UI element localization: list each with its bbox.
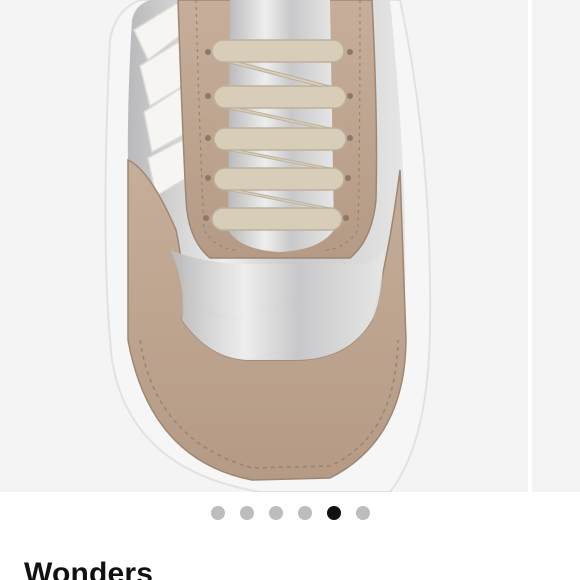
carousel-dot-2[interactable] xyxy=(239,506,254,520)
product-page: Wonders xyxy=(0,0,580,580)
carousel-dot-1[interactable] xyxy=(210,506,225,520)
carousel-dot-3[interactable] xyxy=(268,506,283,520)
carousel-slide-current[interactable] xyxy=(0,0,528,492)
image-carousel[interactable] xyxy=(0,0,580,492)
sneaker-image xyxy=(104,0,432,492)
carousel-dot-4[interactable] xyxy=(297,506,312,520)
carousel-pagination xyxy=(0,505,580,521)
carousel-slide-next-peek[interactable] xyxy=(532,0,580,492)
product-brand[interactable]: Wonders xyxy=(24,556,153,580)
carousel-dot-6[interactable] xyxy=(355,506,370,520)
carousel-dot-5-active[interactable] xyxy=(326,506,341,520)
